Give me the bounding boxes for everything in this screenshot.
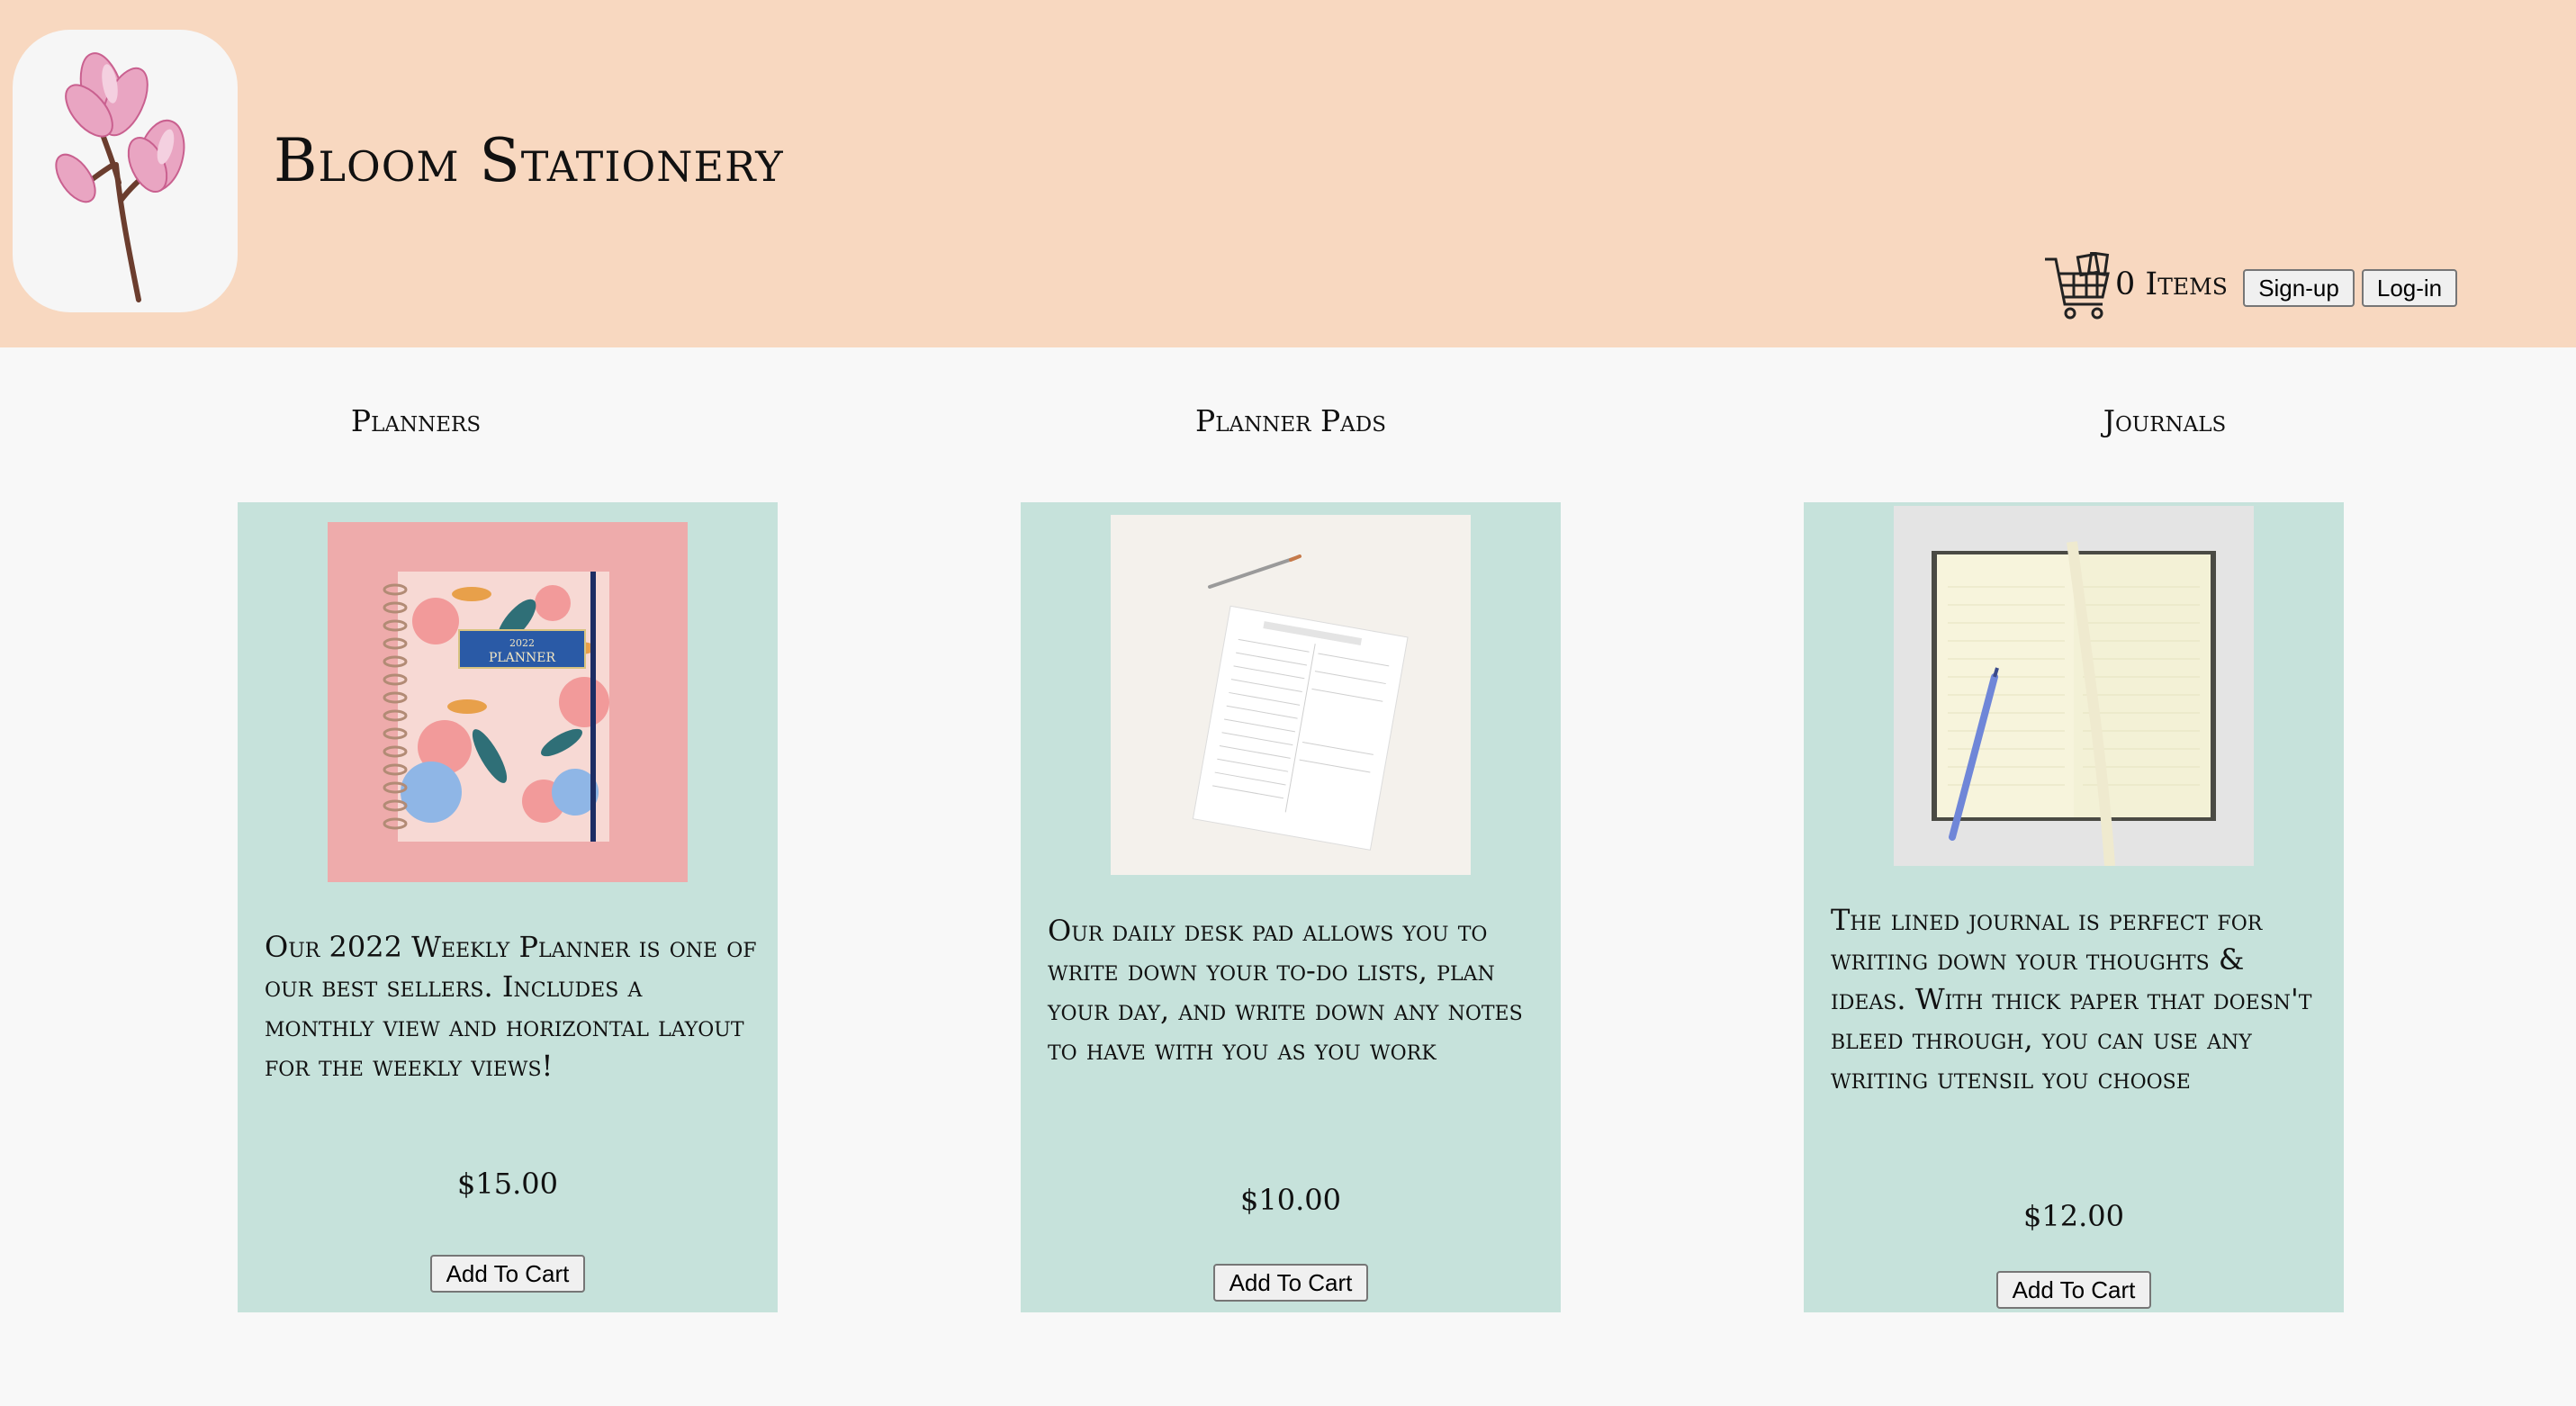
add-to-cart-button[interactable]: Add To Cart: [430, 1255, 585, 1293]
site-title: Bloom Stationery: [274, 126, 784, 195]
product-price: $12.00: [2023, 1199, 2124, 1233]
product-price: $10.00: [1240, 1183, 1341, 1217]
lined-journal-image: [1894, 506, 2254, 866]
product-card-journal: The lined journal is perfect for writing…: [1804, 502, 2344, 1312]
site-header: Bloom Stationery 0 Items Sign-up Log-in: [0, 0, 2576, 347]
add-to-cart-button[interactable]: Add To Cart: [1996, 1271, 2151, 1309]
product-card-planner-pad: Our daily desk pad allows you to write d…: [1021, 502, 1561, 1312]
shopping-cart-icon[interactable]: [2043, 251, 2115, 320]
desk-pad-image: [1111, 515, 1471, 875]
magnolia-logo-icon[interactable]: [13, 30, 238, 312]
category-heading-planner-pads: Planner Pads: [1195, 403, 1386, 438]
product-description: The lined journal is perfect for writing…: [1831, 903, 2312, 1095]
category-heading-journals: Journals: [2103, 403, 2227, 438]
add-to-cart-button[interactable]: Add To Cart: [1213, 1264, 1368, 1302]
product-description: Our daily desk pad allows you to write d…: [1048, 914, 1523, 1067]
cart-items-count: 0 Items: [2115, 266, 2228, 302]
product-card-planner: 2022 PLANNER Our 2022 Weekly Planner is …: [238, 502, 778, 1312]
signup-button[interactable]: Sign-up: [2243, 269, 2355, 307]
product-description: Our 2022 Weekly Planner is one of our be…: [265, 930, 757, 1083]
floral-planner-image: 2022 PLANNER: [328, 522, 688, 882]
planner-cover-label: PLANNER: [489, 651, 556, 665]
category-heading-planners: Planners: [350, 403, 482, 438]
planner-cover-year: 2022: [509, 637, 535, 649]
product-price: $15.00: [457, 1167, 558, 1201]
login-button[interactable]: Log-in: [2362, 269, 2457, 307]
